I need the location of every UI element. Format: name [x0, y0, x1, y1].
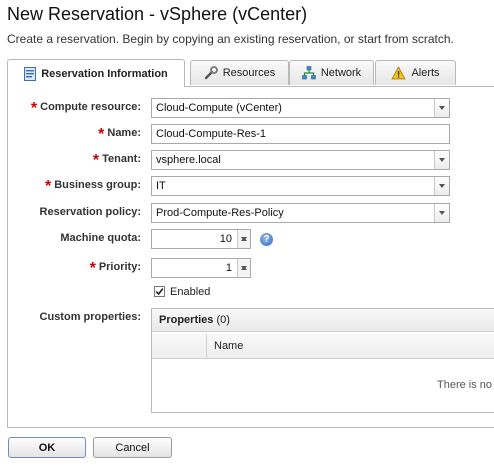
tenant-select[interactable]: vsphere.local: [151, 150, 450, 170]
priority-label: Priority:: [98, 261, 141, 273]
empty-grid-message: There is no d: [437, 379, 494, 391]
business-group-select[interactable]: IT: [151, 176, 450, 196]
tab-reservation-information[interactable]: Reservation Information: [7, 59, 185, 87]
tenant-label: Tenant:: [102, 153, 141, 165]
tab-label: Resources: [222, 67, 276, 79]
chevron-down-icon[interactable]: [434, 151, 449, 169]
reservation-policy-select[interactable]: Prod-Compute-Res-Policy: [151, 203, 450, 223]
business-group-value: IT: [156, 180, 166, 192]
name-value: Cloud-Compute-Res-1: [156, 128, 267, 140]
properties-title: Properties: [159, 314, 214, 326]
stepper-down-icon[interactable]: [238, 237, 250, 248]
properties-grid-panel: Properties (0) Name There is no d: [151, 308, 494, 413]
machine-quota-spinner[interactable]: [237, 230, 250, 248]
enabled-label: Enabled: [170, 286, 211, 298]
required-asterisk: *: [92, 152, 100, 169]
reservation-information-panel: * Compute resource: Cloud-Compute (vCente…: [7, 86, 494, 428]
custom-properties-label: Custom properties:: [39, 311, 141, 323]
checkmark-icon: [155, 288, 164, 296]
required-asterisk: *: [89, 260, 96, 277]
business-group-label: Business group:: [54, 179, 141, 191]
column-header-name-label: Name: [214, 340, 244, 352]
required-asterisk: *: [44, 178, 52, 195]
compute-resource-label-box: * Compute resource:: [8, 98, 141, 118]
business-group-label-box: * Business group:: [8, 176, 141, 196]
tab-label: Alerts: [411, 67, 440, 79]
reservation-policy-label: Reservation policy:: [39, 206, 141, 218]
column-header-blank: [152, 334, 207, 359]
machine-quota-value: 10: [219, 233, 232, 245]
page-subtitle: Create a reservation. Begin by copying a…: [7, 32, 454, 46]
column-header-name[interactable]: Name: [207, 334, 494, 359]
machine-quota-label-box: Machine quota:: [8, 229, 141, 249]
network-icon: [302, 66, 316, 80]
page-title: New Reservation - vSphere (vCenter): [7, 4, 308, 24]
name-label-box: * Name:: [8, 124, 141, 144]
tab-alerts[interactable]: Alerts: [375, 60, 456, 85]
compute-resource-label: Compute resource:: [40, 101, 141, 113]
ok-button[interactable]: OK: [8, 437, 86, 458]
properties-count: (0): [216, 314, 230, 326]
priority-label-box: * Priority:: [8, 258, 141, 278]
cancel-button[interactable]: Cancel: [93, 437, 172, 458]
name-input[interactable]: Cloud-Compute-Res-1: [151, 124, 450, 144]
required-asterisk: *: [98, 126, 105, 143]
required-asterisk: *: [30, 100, 38, 117]
compute-resource-value: Cloud-Compute (vCenter): [156, 102, 282, 114]
properties-table: Name There is no d: [152, 334, 494, 412]
tab-resources[interactable]: Resources: [190, 60, 289, 85]
tab-label: Reservation Information: [41, 67, 168, 80]
reservation-policy-value: Prod-Compute-Res-Policy: [156, 207, 284, 219]
compute-resource-select[interactable]: Cloud-Compute (vCenter): [151, 98, 450, 118]
wrench-icon: [204, 66, 218, 80]
machine-quota-stepper[interactable]: 10: [151, 229, 251, 249]
priority-stepper[interactable]: 1: [151, 258, 251, 278]
help-icon[interactable]: ?: [260, 233, 273, 246]
warning-icon: [391, 66, 407, 80]
tab-network[interactable]: Network: [289, 60, 374, 85]
reservation-policy-label-box: Reservation policy:: [8, 203, 141, 223]
enabled-checkbox[interactable]: [154, 286, 165, 297]
properties-header: Properties (0): [152, 309, 494, 332]
machine-quota-label: Machine quota:: [60, 232, 141, 244]
tenant-value: vsphere.local: [156, 154, 221, 166]
tab-label: Network: [320, 67, 362, 79]
form-icon: [24, 66, 37, 81]
chevron-down-icon[interactable]: [434, 204, 449, 222]
chevron-down-icon[interactable]: [434, 177, 449, 195]
tab-bar: Reservation Information Resources Networ…: [7, 59, 494, 87]
priority-value: 1: [225, 262, 232, 274]
custom-properties-label-box: Custom properties:: [8, 309, 141, 329]
stepper-down-icon[interactable]: [238, 266, 250, 277]
chevron-down-icon[interactable]: [434, 99, 449, 117]
tenant-label-box: * Tenant:: [8, 150, 141, 170]
name-label: Name:: [107, 127, 141, 139]
priority-spinner[interactable]: [237, 259, 250, 277]
